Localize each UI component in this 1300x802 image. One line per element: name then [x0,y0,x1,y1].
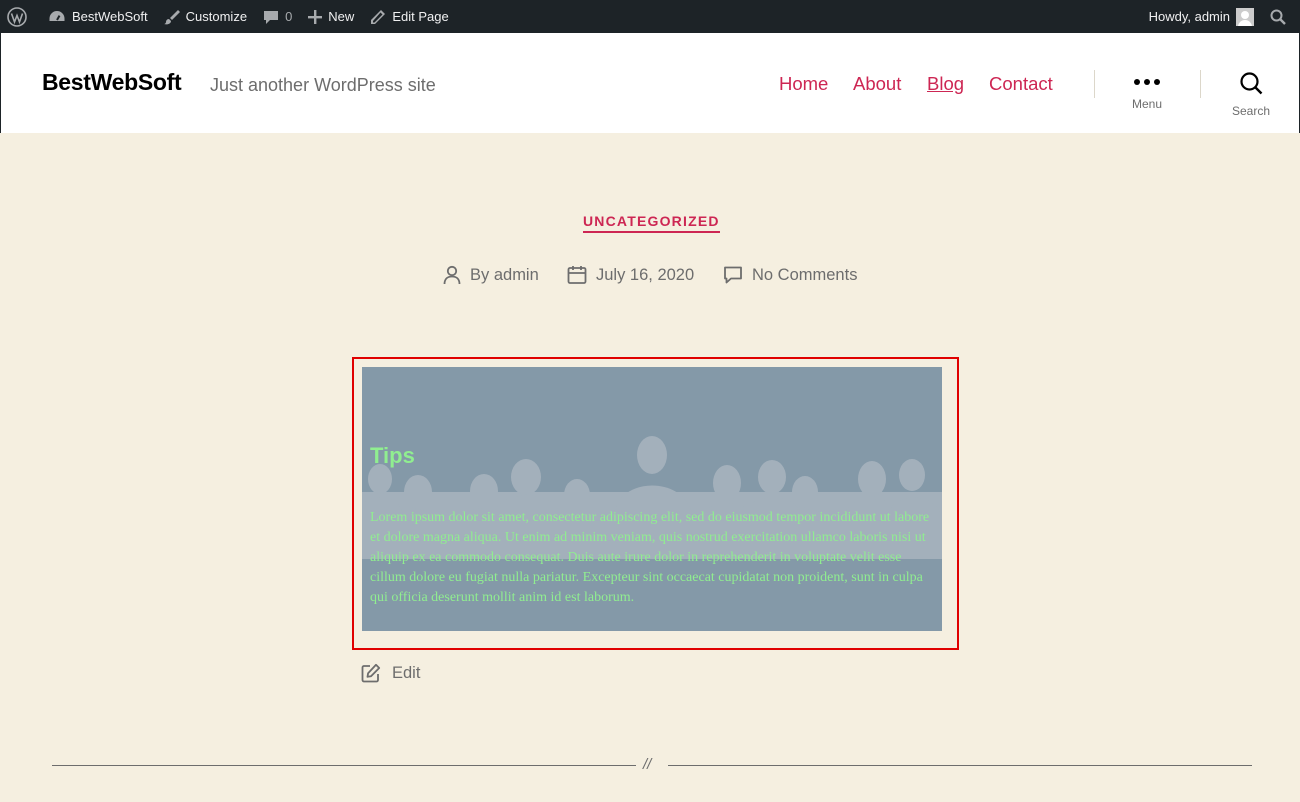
edit-icon [361,663,381,683]
howdy-label: Howdy, admin [1148,9,1230,24]
admin-bar-edit-page[interactable]: Edit Page [362,0,456,33]
wordpress-logo-icon[interactable] [0,0,40,33]
post-separator-line [52,765,636,766]
cover-block[interactable]: Tips Lorem ipsum dolor sit amet, consect… [362,367,942,631]
post-comments-label: No Comments [752,265,858,284]
more-dots-icon [1134,71,1160,93]
admin-bar: BestWebSoft Customize 0 New Edit Page Ho… [0,0,1300,33]
edit-page-label: Edit Page [392,9,449,24]
edit-post-link[interactable]: Edit [361,663,420,683]
post-date[interactable]: July 16, 2020 [567,265,694,285]
menu-label: Menu [1131,97,1163,111]
admin-bar-site-name[interactable]: BestWebSoft [40,0,156,33]
edit-label: Edit [392,663,421,682]
cover-heading: Tips [370,443,415,468]
post-category-link[interactable]: UNCATEGORIZED [583,213,720,233]
user-icon [443,265,461,285]
admin-bar-search[interactable] [1262,0,1300,33]
avatar [1236,7,1254,26]
calendar-icon [567,266,587,284]
site-title[interactable]: BestWebSoft [42,69,182,96]
dashboard-icon [49,10,65,21]
nav-item-about[interactable]: About [853,73,901,95]
post-separator-line [668,765,1252,766]
header-divider [1200,70,1201,98]
search-icon [1270,9,1286,25]
site-header: BestWebSoft Just another WordPress site … [0,33,1300,133]
post-separator-mark: // [643,756,652,773]
plus-icon [308,9,323,24]
customize-label: Customize [185,9,248,24]
pencil-icon [371,9,386,24]
cover-paragraph: Lorem ipsum dolor sit amet, consectetur … [370,510,930,605]
post-date-label: July 16, 2020 [596,265,695,284]
search-icon [1240,72,1263,95]
comments-count: 0 [285,9,293,24]
post-author[interactable]: By admin [443,265,539,285]
comment-bubble-icon [264,10,279,24]
post-author-label: By admin [470,265,539,284]
post-comments[interactable]: No Comments [723,265,857,285]
nav-item-contact[interactable]: Contact [989,73,1053,95]
admin-bar-customize[interactable]: Customize [156,0,255,33]
brush-icon [163,9,180,24]
site-name-label: BestWebSoft [72,9,148,24]
search-label: Search [1231,104,1271,118]
admin-bar-comments[interactable]: 0 [255,0,300,33]
search-toggle-button[interactable]: Search [1216,71,1286,118]
admin-bar-my-account[interactable]: Howdy, admin [1141,0,1262,33]
site-tagline: Just another WordPress site [210,75,436,95]
menu-toggle-button[interactable]: Menu [1112,71,1182,111]
admin-bar-new[interactable]: New [300,0,362,33]
comment-icon [724,266,742,284]
nav-item-blog[interactable]: Blog [927,73,964,95]
new-label: New [328,9,355,24]
header-divider [1094,70,1095,98]
nav-item-home[interactable]: Home [779,73,828,95]
